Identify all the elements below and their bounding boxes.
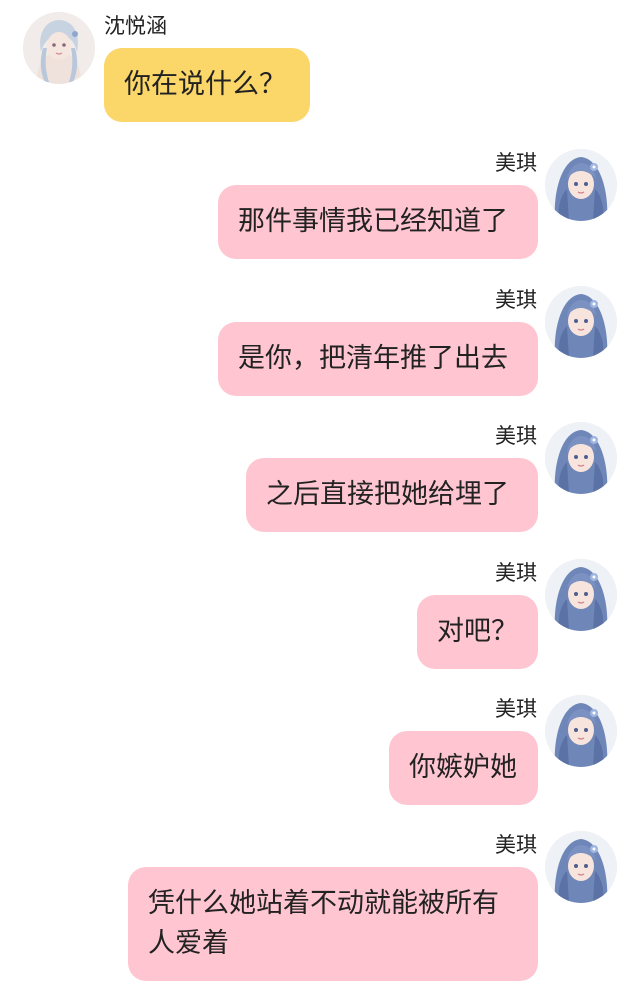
chat-message-outgoing: 美琪 之后直接把她给埋了 <box>0 422 640 537</box>
portrait-icon <box>545 286 617 358</box>
avatar-meiqi[interactable] <box>545 422 617 494</box>
message-bubble[interactable]: 你嫉妒她 <box>389 731 538 805</box>
avatar-shen-yuehan[interactable] <box>23 12 95 84</box>
sender-name: 沈悦涵 <box>104 14 167 38</box>
avatar-meiqi[interactable] <box>545 831 617 903</box>
sender-name: 美琪 <box>495 833 537 857</box>
portrait-icon <box>545 695 617 767</box>
sender-name: 美琪 <box>495 151 537 175</box>
portrait-icon <box>23 12 95 84</box>
portrait-icon <box>545 831 617 903</box>
chat-message-outgoing: 美琪 凭什么她站着不动就能被所有人爱着 <box>0 831 640 981</box>
portrait-icon <box>545 422 617 494</box>
chat-message-outgoing: 美琪 对吧？ <box>0 559 640 674</box>
chat-message-outgoing: 美琪 你嫉妒她 <box>0 695 640 810</box>
chat-message-outgoing: 美琪 那件事情我已经知道了 <box>0 149 640 264</box>
avatar-meiqi[interactable] <box>545 695 617 767</box>
message-bubble[interactable]: 对吧？ <box>417 595 538 669</box>
chat-conversation: 沈悦涵 你在说什么？ 美琪 那件事情我已经知道了 美琪 是你，把清年推了出去 美… <box>0 0 640 981</box>
sender-name: 美琪 <box>495 288 537 312</box>
message-bubble[interactable]: 是你，把清年推了出去 <box>218 322 538 396</box>
portrait-icon <box>545 149 617 221</box>
message-bubble[interactable]: 凭什么她站着不动就能被所有人爱着 <box>128 867 538 981</box>
avatar-meiqi[interactable] <box>545 149 617 221</box>
sender-name: 美琪 <box>495 424 537 448</box>
sender-name: 美琪 <box>495 697 537 721</box>
message-bubble[interactable]: 之后直接把她给埋了 <box>246 458 538 532</box>
portrait-icon <box>545 559 617 631</box>
chat-message-outgoing: 美琪 是你，把清年推了出去 <box>0 286 640 401</box>
avatar-meiqi[interactable] <box>545 559 617 631</box>
chat-message-incoming: 沈悦涵 你在说什么？ <box>0 12 640 127</box>
avatar-meiqi[interactable] <box>545 286 617 358</box>
message-bubble[interactable]: 那件事情我已经知道了 <box>218 185 538 259</box>
sender-name: 美琪 <box>495 561 537 585</box>
message-bubble[interactable]: 你在说什么？ <box>104 48 310 122</box>
